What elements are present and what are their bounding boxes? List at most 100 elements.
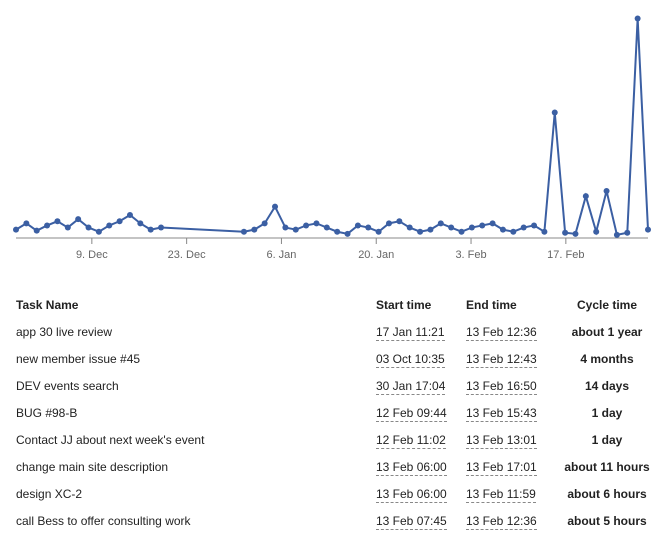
data-point: [583, 193, 589, 199]
data-point: [34, 228, 40, 234]
data-point: [293, 227, 299, 233]
data-point: [117, 218, 123, 224]
data-point: [44, 222, 50, 228]
data-point: [521, 225, 527, 231]
header-end-time: End time: [466, 298, 558, 312]
data-point: [624, 230, 630, 236]
task-end: 13 Feb 13:01: [466, 433, 558, 447]
task-name: new member issue #45: [16, 352, 376, 366]
data-point: [427, 227, 433, 233]
data-point: [241, 229, 247, 235]
task-start: 13 Feb 07:45: [376, 514, 466, 528]
data-point: [262, 220, 268, 226]
table-header: Task Name Start time End time Cycle time: [16, 290, 656, 319]
task-name: design XC-2: [16, 487, 376, 501]
header-task-name: Task Name: [16, 298, 376, 312]
data-point: [365, 225, 371, 231]
task-cycle: 1 day: [558, 406, 656, 420]
data-point: [490, 220, 496, 226]
data-point: [54, 218, 60, 224]
svg-text:23. Dec: 23. Dec: [168, 249, 206, 261]
task-end: 13 Feb 11:59: [466, 487, 558, 501]
data-point: [459, 229, 465, 235]
data-point: [345, 231, 351, 237]
task-end: 13 Feb 16:50: [466, 379, 558, 393]
data-point: [334, 229, 340, 235]
data-point: [355, 222, 361, 228]
data-point: [479, 222, 485, 228]
task-name: app 30 live review: [16, 325, 376, 339]
task-start: 30 Jan 17:04: [376, 379, 466, 393]
task-cycle: about 11 hours: [558, 460, 656, 474]
data-point: [106, 222, 112, 228]
task-end: 13 Feb 15:43: [466, 406, 558, 420]
table-row: app 30 live review17 Jan 11:2113 Feb 12:…: [16, 319, 656, 346]
data-point: [158, 225, 164, 231]
data-point: [510, 229, 516, 235]
data-point: [13, 227, 19, 233]
data-point: [86, 225, 92, 231]
table-row: design XC-213 Feb 06:0013 Feb 11:59about…: [16, 481, 656, 508]
svg-text:17. Feb: 17. Feb: [547, 249, 584, 261]
data-point: [282, 225, 288, 231]
task-name: DEV events search: [16, 379, 376, 393]
data-point: [127, 212, 133, 218]
data-point: [417, 229, 423, 235]
task-cycle: about 6 hours: [558, 487, 656, 501]
data-point: [469, 225, 475, 231]
task-cycle: about 5 hours: [558, 514, 656, 528]
data-point: [635, 15, 641, 21]
data-point: [75, 216, 81, 222]
table-row: BUG #98-B12 Feb 09:4413 Feb 15:431 day: [16, 400, 656, 427]
task-name: BUG #98-B: [16, 406, 376, 420]
data-point: [541, 229, 547, 235]
svg-text:3. Feb: 3. Feb: [455, 249, 486, 261]
data-point: [96, 229, 102, 235]
data-point: [251, 227, 257, 233]
table-row: new member issue #4503 Oct 10:3513 Feb 1…: [16, 346, 656, 373]
task-name: Contact JJ about next week's event: [16, 433, 376, 447]
data-point: [531, 222, 537, 228]
data-point: [604, 188, 610, 194]
data-point: [593, 229, 599, 235]
data-point: [137, 220, 143, 226]
task-end: 13 Feb 17:01: [466, 460, 558, 474]
task-cycle: about 1 year: [558, 325, 656, 339]
table-row: change main site description13 Feb 06:00…: [16, 454, 656, 481]
task-end: 13 Feb 12:36: [466, 514, 558, 528]
task-name: change main site description: [16, 460, 376, 474]
data-point: [500, 227, 506, 233]
data-point: [324, 225, 330, 231]
task-table: Task Name Start time End time Cycle time…: [16, 290, 656, 535]
line-series: [16, 18, 648, 234]
task-cycle: 1 day: [558, 433, 656, 447]
data-point: [376, 229, 382, 235]
task-start: 03 Oct 10:35: [376, 352, 466, 366]
task-cycle: 14 days: [558, 379, 656, 393]
table-row: call Bess to offer consulting work13 Feb…: [16, 508, 656, 535]
data-point: [396, 218, 402, 224]
task-end: 13 Feb 12:36: [466, 325, 558, 339]
task-start: 12 Feb 11:02: [376, 433, 466, 447]
data-point: [65, 225, 71, 231]
svg-text:20. Jan: 20. Jan: [358, 249, 394, 261]
task-end: 13 Feb 12:43: [466, 352, 558, 366]
header-cycle-time: Cycle time: [558, 298, 656, 312]
data-point: [614, 232, 620, 238]
data-point: [572, 231, 578, 237]
data-point: [23, 220, 29, 226]
task-cycle: 4 months: [558, 352, 656, 366]
data-point: [386, 220, 392, 226]
data-point: [438, 220, 444, 226]
data-point: [313, 220, 319, 226]
task-start: 17 Jan 11:21: [376, 325, 466, 339]
task-start: 13 Feb 06:00: [376, 460, 466, 474]
data-point: [407, 225, 413, 231]
table-row: DEV events search30 Jan 17:0413 Feb 16:5…: [16, 373, 656, 400]
data-point: [303, 222, 309, 228]
data-point: [148, 227, 154, 233]
data-point: [645, 227, 651, 233]
svg-text:6. Jan: 6. Jan: [266, 249, 296, 261]
task-start: 12 Feb 09:44: [376, 406, 466, 420]
task-name: call Bess to offer consulting work: [16, 514, 376, 528]
